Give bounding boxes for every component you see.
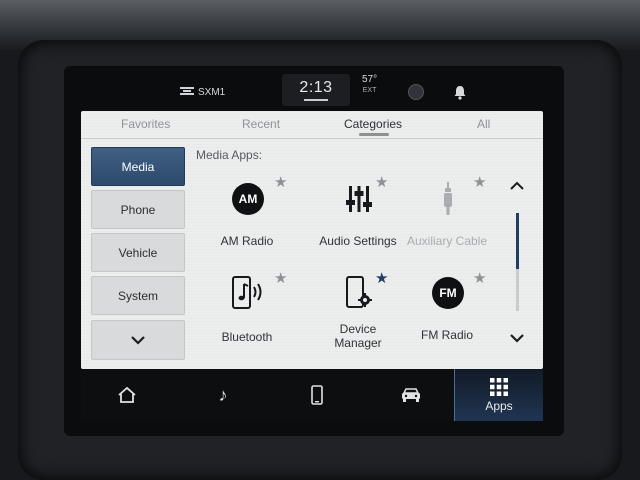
apps-button[interactable]: Apps [454,369,543,421]
category-system[interactable]: System [91,276,185,315]
notification-bell-icon[interactable] [450,74,470,110]
app-label: FM Radio [420,328,473,342]
music-note-icon: ♪ [218,384,228,405]
home-icon [118,386,136,403]
media-apps-heading: Media Apps: [196,148,263,162]
tab-all[interactable]: All [477,117,490,131]
chevron-down-icon [131,336,145,345]
aux-cable-icon [430,181,466,217]
favorite-star-icon[interactable]: ★ [274,269,287,287]
phone-icon [311,385,323,405]
status-bar: SXM1 2:13 57° EXT [80,74,544,110]
category-phone-label: Phone [120,202,156,217]
media-button[interactable]: ♪ [205,369,241,421]
category-more-button[interactable] [91,320,185,360]
category-vehicle[interactable]: Vehicle [91,233,185,272]
home-button[interactable] [109,369,145,421]
favorite-star-icon[interactable]: ★ [473,173,486,191]
active-tab-indicator [359,133,389,136]
category-media[interactable]: Media [91,147,185,186]
apps-panel: Favorites Recent Categories All Media Ph… [81,111,543,369]
am-radio-icon: AM [230,181,266,217]
favorite-star-icon[interactable]: ★ [274,173,287,191]
favorite-star-icon[interactable]: ★ [473,269,486,287]
favorite-star-icon[interactable]: ★ [375,173,388,191]
phone-button[interactable] [299,369,335,421]
tab-favorites[interactable]: Favorites [121,117,170,131]
car-icon [402,388,420,402]
tab-categories[interactable]: Categories [344,117,402,131]
category-media-label: Media [121,159,155,174]
app-label: AM Radio [220,234,274,248]
fm-radio-icon: FM [430,275,466,311]
scroll-up-icon[interactable] [509,181,525,191]
tab-bar: Favorites Recent Categories All [81,111,543,139]
radio-icon [180,86,194,99]
outside-temperature: 57° EXT [362,74,377,110]
equalizer-icon [341,181,377,217]
apps-button-label: Apps [485,398,513,413]
clock-underline [304,99,328,101]
category-vehicle-label: Vehicle [118,245,158,260]
temperature-label: EXT [362,87,377,94]
clock-time: 2:13 [299,79,333,96]
vehicle-button[interactable] [393,369,429,421]
apps-grid-icon [490,377,508,396]
favorite-star-icon[interactable]: ★ [375,269,388,287]
app-label-line1: Device [339,322,377,336]
bluetooth-audio-icon [230,275,266,311]
scroll-down-icon[interactable] [509,333,525,343]
clock[interactable]: 2:13 [282,74,350,106]
app-label: Auxiliary Cable [406,234,488,248]
category-system-label: System [117,288,158,303]
category-phone[interactable]: Phone [91,190,185,229]
radio-source[interactable]: SXM1 [180,74,225,110]
radio-source-label: SXM1 [198,86,226,98]
app-label-line2: Manager [334,336,382,350]
scrollbar-thumb[interactable] [516,213,519,269]
bottom-nav-bar: ♪ Apps [81,369,543,421]
compass-icon[interactable] [404,74,428,110]
tab-recent[interactable]: Recent [242,117,280,131]
app-label: Bluetooth [221,330,273,344]
temperature-value: 57° [362,74,378,85]
device-manager-icon [341,275,377,311]
